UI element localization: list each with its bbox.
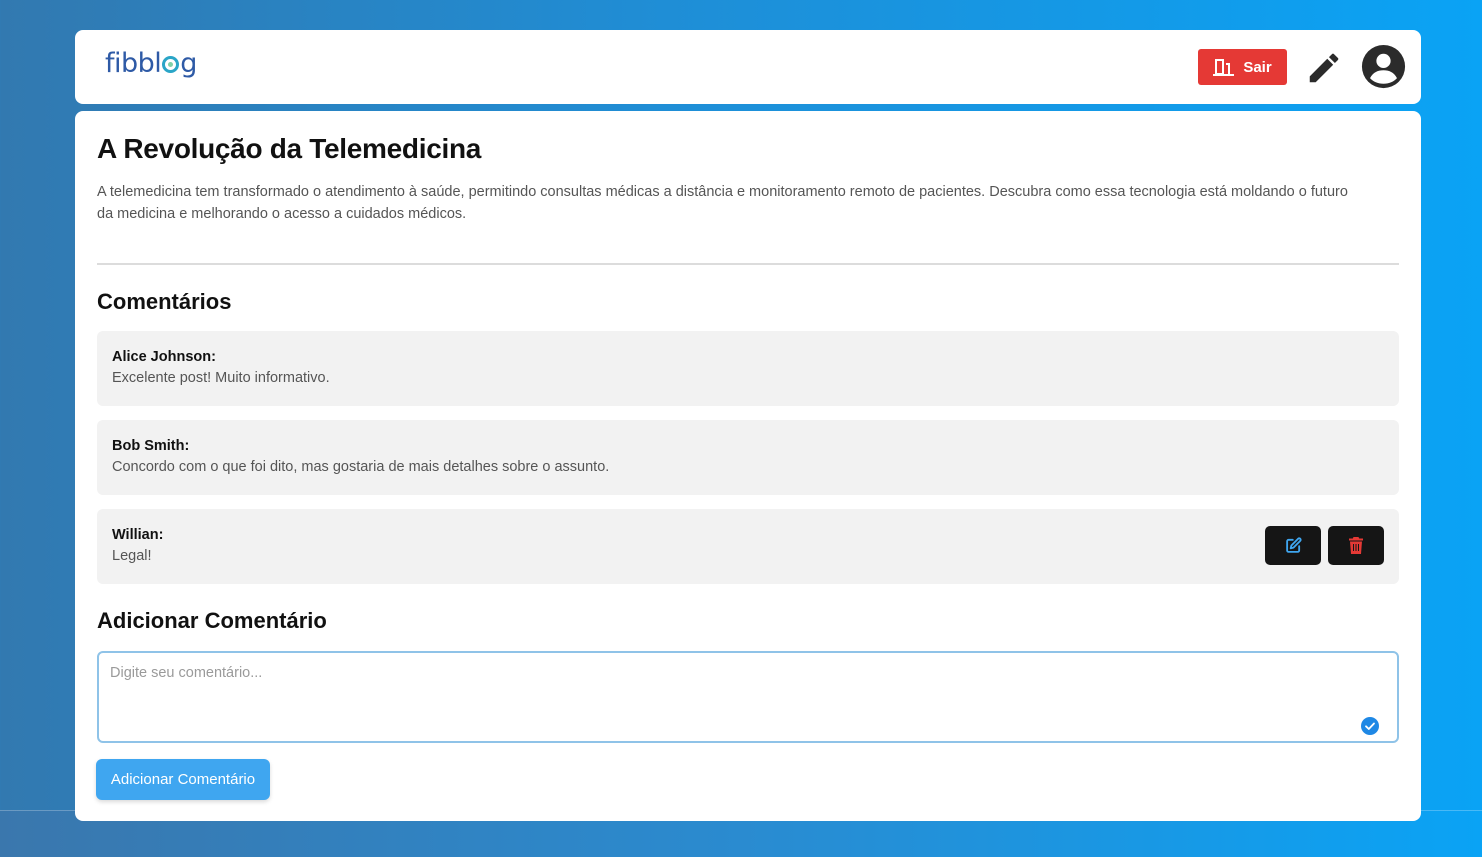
user-circle-icon (1361, 44, 1406, 89)
pencil-icon (1309, 53, 1339, 83)
account-button[interactable] (1361, 44, 1406, 89)
post-body: A telemedicina tem transformado o atendi… (97, 184, 1348, 222)
post-card: A Revolução da Telemedicina A telemedici… (75, 111, 1421, 821)
fibblog-logo[interactable]: fibbl g (105, 48, 197, 79)
delete-comment-button[interactable] (1328, 526, 1384, 565)
write-post-button[interactable] (1305, 49, 1343, 87)
post-title: A Revolução da Telemedicina (97, 133, 482, 164)
comments-title: Comentários (97, 289, 232, 314)
door-exit-icon (1213, 59, 1235, 76)
trash-icon (1349, 537, 1363, 554)
comment-input[interactable] (99, 653, 1397, 741)
comment-item-own: Willian: Legal! (97, 509, 1399, 584)
comment-item: Alice Johnson: Excelente post! Muito inf… (97, 331, 1399, 406)
check-circle-icon (1361, 717, 1379, 735)
comment-author: Bob Smith: (112, 438, 190, 454)
comment-text: Legal! (112, 548, 152, 564)
add-comment-title: Adicionar Comentário (97, 608, 327, 633)
comment-item: Bob Smith: Concordo com o que foi dito, … (97, 420, 1399, 495)
top-navbar: fibbl g Sair (75, 30, 1421, 104)
logout-label: Sair (1243, 58, 1272, 76)
logo-text-suffix: g (180, 48, 197, 79)
comment-author: Willian: (112, 527, 164, 543)
comment-input-wrapper (97, 651, 1399, 743)
add-comment-button[interactable]: Adicionar Comentário (96, 759, 270, 800)
comment-author: Alice Johnson: (112, 349, 216, 365)
edit-comment-button[interactable] (1265, 526, 1321, 565)
logo-text-prefix: fibbl (105, 48, 162, 79)
logo-o-mark (162, 56, 180, 73)
comment-text: Excelente post! Muito informativo. (112, 370, 330, 386)
logout-button[interactable]: Sair (1198, 49, 1287, 85)
section-divider (97, 263, 1399, 265)
edit-icon (1285, 537, 1302, 553)
comment-text: Concordo com o que foi dito, mas gostari… (112, 459, 610, 475)
